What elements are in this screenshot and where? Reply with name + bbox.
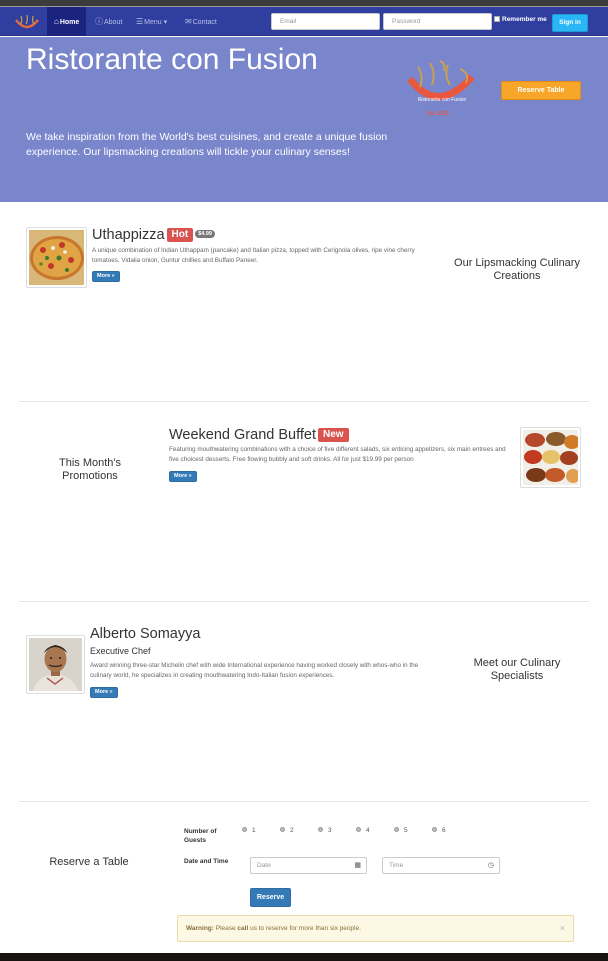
radio-button[interactable] bbox=[318, 827, 323, 832]
calendar-icon: ▦ bbox=[354, 862, 361, 869]
nav-about[interactable]: ⓘAbout bbox=[88, 7, 129, 36]
guest-option-4[interactable]: 4 bbox=[356, 827, 370, 834]
brand-logo[interactable] bbox=[14, 12, 40, 32]
dish-side-heading: Our Lipsmacking Culinary Creations bbox=[454, 257, 580, 282]
date-input[interactable]: Date ▦ bbox=[250, 857, 367, 874]
divider bbox=[19, 401, 589, 402]
logo-est: Est. 2013 bbox=[427, 111, 449, 117]
leader-description: Award winning three-star Michelin chef w… bbox=[90, 662, 419, 679]
caret-down-icon: ▾ bbox=[163, 19, 168, 26]
promotion-more-button[interactable]: More » bbox=[169, 471, 197, 482]
dish-description: A unique combination of Indian Uthappam … bbox=[92, 247, 415, 264]
jumbotron: Ristorante con Fusion We take inspiratio… bbox=[0, 37, 608, 202]
radio-button[interactable] bbox=[394, 827, 399, 832]
clock-icon: ◷ bbox=[487, 862, 494, 869]
leader-name: Alberto Somayya bbox=[90, 626, 201, 642]
sign-in-button[interactable]: Sign in bbox=[552, 14, 588, 32]
dish-title: Uthappizza Hot $4.99 bbox=[92, 227, 215, 243]
home-icon: ⌂ bbox=[54, 17, 59, 26]
divider bbox=[19, 801, 589, 802]
guest-option-2[interactable]: 2 bbox=[280, 827, 294, 834]
new-badge: New bbox=[317, 428, 349, 442]
radio-button[interactable] bbox=[280, 827, 285, 832]
price-badge: $4.99 bbox=[195, 230, 215, 238]
envelope-icon: ✉ bbox=[185, 17, 192, 26]
pizza-image bbox=[29, 230, 84, 285]
password-input[interactable] bbox=[383, 13, 492, 30]
nav-home[interactable]: ⌂Home bbox=[47, 7, 87, 36]
hot-badge: Hot bbox=[166, 228, 194, 242]
guest-option-1[interactable]: 1 bbox=[242, 827, 256, 834]
datetime-label: Date and Time bbox=[184, 858, 229, 865]
navbar: ⌂Home ⓘAbout ☰Menu ▾ ✉Contact Remember m… bbox=[0, 7, 608, 36]
restaurant-description: We take inspiration from the World's bes… bbox=[26, 131, 388, 158]
close-icon[interactable]: × bbox=[560, 916, 565, 941]
info-icon: ⓘ bbox=[95, 17, 103, 26]
call-link[interactable]: call bbox=[237, 925, 248, 932]
reservation-heading: Reserve a Table bbox=[49, 856, 129, 868]
buffet-dishes-image bbox=[523, 430, 580, 485]
remember-checkbox[interactable] bbox=[494, 16, 500, 22]
buffet-image bbox=[520, 427, 581, 488]
leader-designation: Executive Chef bbox=[90, 646, 151, 656]
radio-button[interactable] bbox=[432, 827, 437, 832]
guests-label: Number of Guests bbox=[184, 828, 217, 844]
browser-top-band bbox=[0, 0, 608, 7]
list-icon: ☰ bbox=[136, 17, 144, 26]
nav-menu[interactable]: ☰Menu ▾ bbox=[129, 7, 174, 36]
divider bbox=[19, 601, 589, 602]
browser-bottom-band bbox=[0, 953, 608, 961]
reserve-submit-button[interactable]: Reserve bbox=[250, 888, 291, 907]
page: ⌂Home ⓘAbout ☰Menu ▾ ✉Contact Remember m… bbox=[0, 0, 608, 961]
radio-button[interactable] bbox=[242, 827, 247, 832]
promotion-description: Featuring mouthwatering combinations wit… bbox=[169, 446, 506, 463]
restaurant-title: Ristorante con Fusion bbox=[26, 43, 318, 76]
restaurant-logo: Ristorante con Fusion Est. 2013 bbox=[407, 60, 475, 117]
remember-me[interactable]: Remember me bbox=[494, 16, 547, 23]
reserve-table-button[interactable]: Reserve Table bbox=[501, 81, 581, 100]
guest-option-3[interactable]: 3 bbox=[318, 827, 332, 834]
nav-contact[interactable]: ✉Contact bbox=[178, 7, 224, 36]
uthappizza-image bbox=[26, 227, 87, 288]
warning-alert: Warning: Please call us to reserve for m… bbox=[177, 915, 574, 942]
promotion-side-heading: This Month's Promotions bbox=[58, 457, 121, 482]
chef-portrait-image bbox=[29, 638, 82, 691]
leader-more-button[interactable]: More » bbox=[90, 687, 118, 698]
guest-option-5[interactable]: 5 bbox=[394, 827, 408, 834]
leader-side-heading: Meet our Culinary Specialists bbox=[473, 657, 561, 682]
chef-photo bbox=[26, 635, 85, 694]
logo-text: Ristorante con Fusion bbox=[418, 97, 467, 103]
time-input[interactable]: Time ◷ bbox=[382, 857, 500, 874]
dish-more-button[interactable]: More » bbox=[92, 271, 120, 282]
promotion-title: Weekend Grand Buffet New bbox=[169, 427, 349, 443]
email-input[interactable] bbox=[271, 13, 380, 30]
radio-button[interactable] bbox=[356, 827, 361, 832]
guest-option-6[interactable]: 6 bbox=[432, 827, 446, 834]
